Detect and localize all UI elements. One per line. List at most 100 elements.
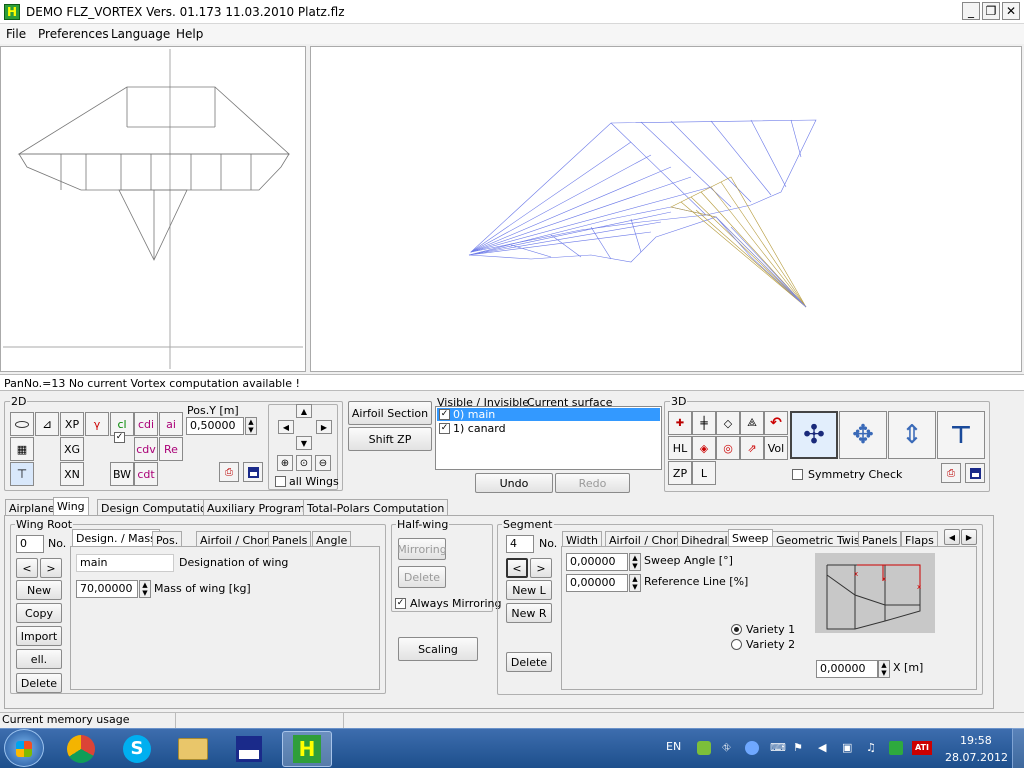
tab-wing[interactable]: Wing [53, 497, 89, 515]
always-mirroring-checkbox[interactable]: ✓ [395, 598, 406, 609]
wing-designation-input[interactable]: main [76, 554, 174, 572]
hl-button[interactable]: HL [668, 436, 692, 460]
restore-button[interactable]: ❐ [982, 2, 1000, 20]
x-position-input[interactable]: 0,00000 [816, 660, 878, 678]
tray-keyboard-icon[interactable]: ⌨ [770, 741, 786, 755]
pan-right-button[interactable]: ▶ [316, 420, 332, 434]
airfoil-section-button[interactable]: Airfoil Section [348, 401, 432, 425]
menu-help[interactable]: Help [176, 27, 203, 41]
shift-zp-button[interactable]: Shift ZP [348, 427, 432, 451]
segment-new-r-button[interactable]: New R [506, 603, 552, 623]
tray-icon-1[interactable] [697, 741, 711, 755]
print-3d-button[interactable]: ⎙ [941, 463, 961, 483]
surface-1-checkbox[interactable]: ✓ [439, 423, 450, 434]
wing-next-button[interactable]: > [40, 558, 62, 578]
segment-next-button[interactable]: > [530, 558, 552, 578]
bw-button[interactable]: BW [110, 462, 134, 486]
zoom-out-button[interactable]: ⊖ [315, 455, 331, 471]
rotate-tool-button[interactable]: ✣ [790, 411, 838, 459]
planform-2d-view[interactable] [0, 46, 306, 372]
show-points-button[interactable]: ✚ [668, 411, 692, 435]
move-tool-button[interactable]: ✥ [839, 411, 887, 459]
wing-delete-button[interactable]: Delete [16, 673, 62, 693]
taskbar-skype[interactable]: S [112, 731, 162, 767]
all-wings-checkbox[interactable] [275, 476, 286, 487]
xg-button[interactable]: XG [60, 437, 84, 461]
side-view-button[interactable]: ⊿ [35, 412, 59, 436]
menu-file[interactable]: File [6, 27, 26, 41]
pan-left-button[interactable]: ◀ [278, 420, 294, 434]
xp-button[interactable]: XP [60, 412, 84, 436]
taskbar-explorer[interactable] [168, 731, 218, 767]
zp-button[interactable]: ZP [668, 461, 692, 485]
half-wing-delete-button[interactable]: Delete [398, 566, 446, 588]
segment-number-input[interactable]: 4 [506, 535, 534, 553]
red-vortex-button[interactable]: ⇗ [740, 436, 764, 460]
pan-down-button[interactable]: ▼ [296, 436, 312, 450]
tab-sweep[interactable]: Sweep [728, 529, 773, 547]
print-button[interactable]: ⎙ [219, 462, 239, 482]
l-button[interactable]: L [692, 461, 716, 485]
taskbar-save-app[interactable] [224, 731, 274, 767]
surface-0-label[interactable]: 0) main [453, 408, 495, 421]
red-section-button[interactable]: ◎ [716, 436, 740, 460]
menu-language[interactable]: Language [111, 27, 170, 41]
wing-prev-button[interactable]: < [16, 558, 38, 578]
wing-new-button[interactable]: New [16, 580, 62, 600]
clock-date[interactable]: 28.07.2012 [945, 751, 1008, 764]
pos-y-spinner[interactable]: ▲ ▼ [245, 417, 257, 435]
variety1-radio[interactable] [731, 624, 742, 635]
close-button[interactable]: ✕ [1002, 2, 1020, 20]
show-frame-button[interactable]: ⟁ [740, 411, 764, 435]
save-3d-button[interactable] [965, 463, 985, 483]
wing-ell-button[interactable]: ell. [16, 649, 62, 669]
tray-display-icon[interactable]: ▣ [842, 741, 856, 755]
show-airfoil-button[interactable]: ◇ [716, 411, 740, 435]
red-airfoil-button[interactable]: ◈ [692, 436, 716, 460]
tab-scroll-right-button[interactable]: ▶ [961, 529, 977, 545]
tab-scroll-left-button[interactable]: ◀ [944, 529, 960, 545]
reset-view-button[interactable]: ↶ [764, 411, 788, 435]
vol-button[interactable]: Vol [764, 436, 788, 460]
undo-button[interactable]: Undo [475, 473, 553, 493]
planform-view-button[interactable] [10, 412, 34, 436]
cdv-button[interactable]: cdv [134, 437, 158, 461]
scaling-button[interactable]: Scaling [398, 637, 478, 661]
tab-design-mass[interactable]: Design. / Mass [72, 529, 160, 547]
zoom-fit-button[interactable]: ⊙ [296, 455, 312, 471]
x-position-spinner[interactable]: ▲ ▼ [878, 660, 890, 678]
redo-button[interactable]: Redo [555, 473, 630, 493]
save-2d-button[interactable] [243, 462, 263, 482]
xn-button[interactable]: XN [60, 462, 84, 486]
tray-icon-3[interactable] [745, 741, 759, 755]
reference-line-spinner[interactable]: ▲ ▼ [629, 574, 641, 592]
cdi-button[interactable]: cdi [134, 412, 158, 436]
tray-icon-9[interactable] [889, 741, 903, 755]
wing-mass-spinner[interactable]: ▲ ▼ [139, 580, 151, 598]
wing-number-input[interactable]: 0 [16, 535, 44, 553]
segment-prev-button[interactable]: < [506, 558, 528, 578]
tray-ati-icon[interactable]: ATI [912, 741, 932, 755]
zoom-tool-button[interactable]: ⇕ [888, 411, 936, 459]
symmetry-check-checkbox[interactable] [792, 469, 803, 480]
zoom-in-button[interactable]: ⊕ [277, 455, 293, 471]
taskbar-chrome[interactable] [56, 731, 106, 767]
ai-button[interactable]: ai [159, 412, 183, 436]
variety2-radio[interactable] [731, 639, 742, 650]
wing-3d-view[interactable] [310, 46, 1022, 372]
menu-preferences[interactable]: Preferences [38, 27, 109, 41]
tray-speaker-icon[interactable]: ◀ [818, 741, 832, 755]
wing-copy-button[interactable]: Copy [16, 603, 62, 623]
cdt-button[interactable]: cdt [134, 462, 158, 486]
wing-mass-input[interactable]: 70,00000 [76, 580, 138, 598]
section-view-button[interactable]: ▦ [10, 437, 34, 461]
mirroring-button[interactable]: Mirroring [397, 538, 447, 560]
taskbar-flz-vortex[interactable]: H [282, 731, 332, 767]
front-view-button[interactable]: ⊤ [10, 462, 34, 486]
clock-time[interactable]: 19:58 [960, 734, 992, 747]
segment-delete-button[interactable]: Delete [506, 652, 552, 672]
hammer-tool-button[interactable]: ⊤ [937, 411, 985, 459]
surface-1-label[interactable]: 1) canard [453, 422, 506, 435]
language-indicator[interactable]: EN [666, 740, 681, 753]
gamma-button[interactable]: γ [85, 412, 109, 436]
